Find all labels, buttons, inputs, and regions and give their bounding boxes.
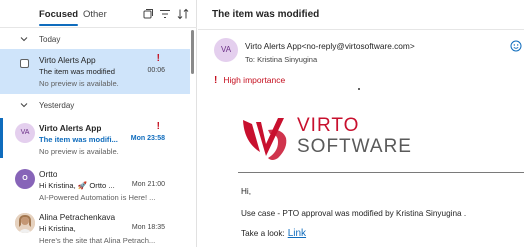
avatar: O bbox=[15, 169, 35, 189]
select-checkbox[interactable] bbox=[20, 59, 29, 68]
high-importance-icon: ! bbox=[156, 53, 160, 64]
avatar: VA bbox=[15, 123, 35, 143]
message-preview: No preview is available. bbox=[39, 79, 119, 88]
message-sender: Ortto bbox=[39, 169, 58, 179]
group-label: Yesterday bbox=[39, 101, 75, 110]
message-time: Mon 21:00 bbox=[131, 181, 165, 188]
message-item[interactable]: VA Virto Alerts App ! The item was modif… bbox=[0, 116, 190, 160]
item-link[interactable]: Link bbox=[288, 228, 306, 239]
virto-software-logo: VIRTO SOFTWARE bbox=[238, 112, 411, 164]
message-sender: Virto Alerts App bbox=[39, 55, 96, 65]
to-label: To: bbox=[245, 55, 256, 64]
message-subject: The item was modifi... bbox=[39, 135, 118, 144]
body-take-a-look: Take a look: Link bbox=[241, 228, 306, 239]
sender-address[interactable]: Virto Alerts App<no-reply@virtosoftware.… bbox=[245, 41, 415, 51]
recipient-line: To: Kristina Sinyugina bbox=[245, 55, 317, 64]
message-item[interactable]: O Ortto Hi Kristina, 🚀 Ortto ... Mon 21:… bbox=[0, 163, 190, 205]
importance-label: High importance bbox=[223, 75, 286, 85]
message-sender: Alina Petrachenkava bbox=[39, 212, 116, 222]
message-time: Mon 23:58 bbox=[130, 135, 165, 142]
sender-avatar[interactable]: VA bbox=[214, 38, 238, 62]
emoji-reaction-icon[interactable] bbox=[510, 40, 522, 52]
tab-focused[interactable]: Focused bbox=[39, 9, 79, 26]
tab-other[interactable]: Other bbox=[83, 9, 107, 20]
avatar bbox=[15, 213, 35, 233]
divider-dot bbox=[358, 88, 360, 90]
message-title: The item was modified bbox=[212, 9, 320, 20]
logo-text-software: SOFTWARE bbox=[297, 136, 412, 157]
message-item[interactable]: Alina Petrachenkava Hi Kristina, Mon 18:… bbox=[0, 207, 190, 247]
high-importance-icon: ! bbox=[156, 121, 160, 132]
message-preview: AI-Powered Automation is Here! ... bbox=[39, 193, 156, 202]
message-sender: Virto Alerts App bbox=[39, 123, 102, 133]
chevron-down-icon bbox=[20, 37, 28, 42]
body-divider bbox=[238, 172, 524, 173]
virto-logo-mark-icon bbox=[243, 118, 287, 160]
group-header-yesterday[interactable]: Yesterday bbox=[0, 97, 190, 115]
group-header-today[interactable]: Today bbox=[0, 31, 190, 49]
reading-pane: The item was modified VA Virto Alerts Ap… bbox=[198, 0, 524, 247]
body-greeting: Hi, bbox=[241, 187, 252, 196]
unread-indicator bbox=[0, 118, 3, 158]
message-subject: The item was modified bbox=[39, 67, 115, 76]
reading-pane-header: The item was modified bbox=[198, 0, 524, 30]
filter-icon[interactable] bbox=[158, 7, 172, 21]
body-text: Use case - PTO approval was modified by … bbox=[241, 209, 467, 218]
message-time: 00:06 bbox=[147, 67, 165, 74]
select-messages-icon[interactable] bbox=[141, 7, 155, 21]
sort-icon[interactable] bbox=[176, 7, 190, 21]
message-time: Mon 18:35 bbox=[131, 224, 165, 231]
logo-text-virto: VIRTO bbox=[297, 115, 360, 136]
message-list-pane: Focused Other Today Virto Alerts App ! T… bbox=[0, 0, 197, 247]
message-preview: No preview is available. bbox=[39, 147, 119, 156]
message-item[interactable]: Virto Alerts App ! The item was modified… bbox=[0, 49, 190, 94]
recipient-name[interactable]: Kristina Sinyugina bbox=[257, 55, 317, 64]
chevron-down-icon bbox=[20, 103, 28, 108]
message-subject: Hi Kristina, 🚀 Ortto ... bbox=[39, 181, 115, 190]
high-importance-icon: ! bbox=[214, 75, 218, 86]
inbox-tabs: Focused Other bbox=[0, 0, 197, 28]
importance-banner: ! High importance bbox=[214, 75, 285, 86]
message-preview: Here's the site that Alina Petrach... bbox=[39, 236, 156, 245]
take-a-look-label: Take a look: bbox=[241, 229, 285, 238]
group-label: Today bbox=[39, 35, 61, 44]
message-subject: Hi Kristina, bbox=[39, 224, 76, 233]
scrollbar[interactable] bbox=[191, 30, 194, 74]
